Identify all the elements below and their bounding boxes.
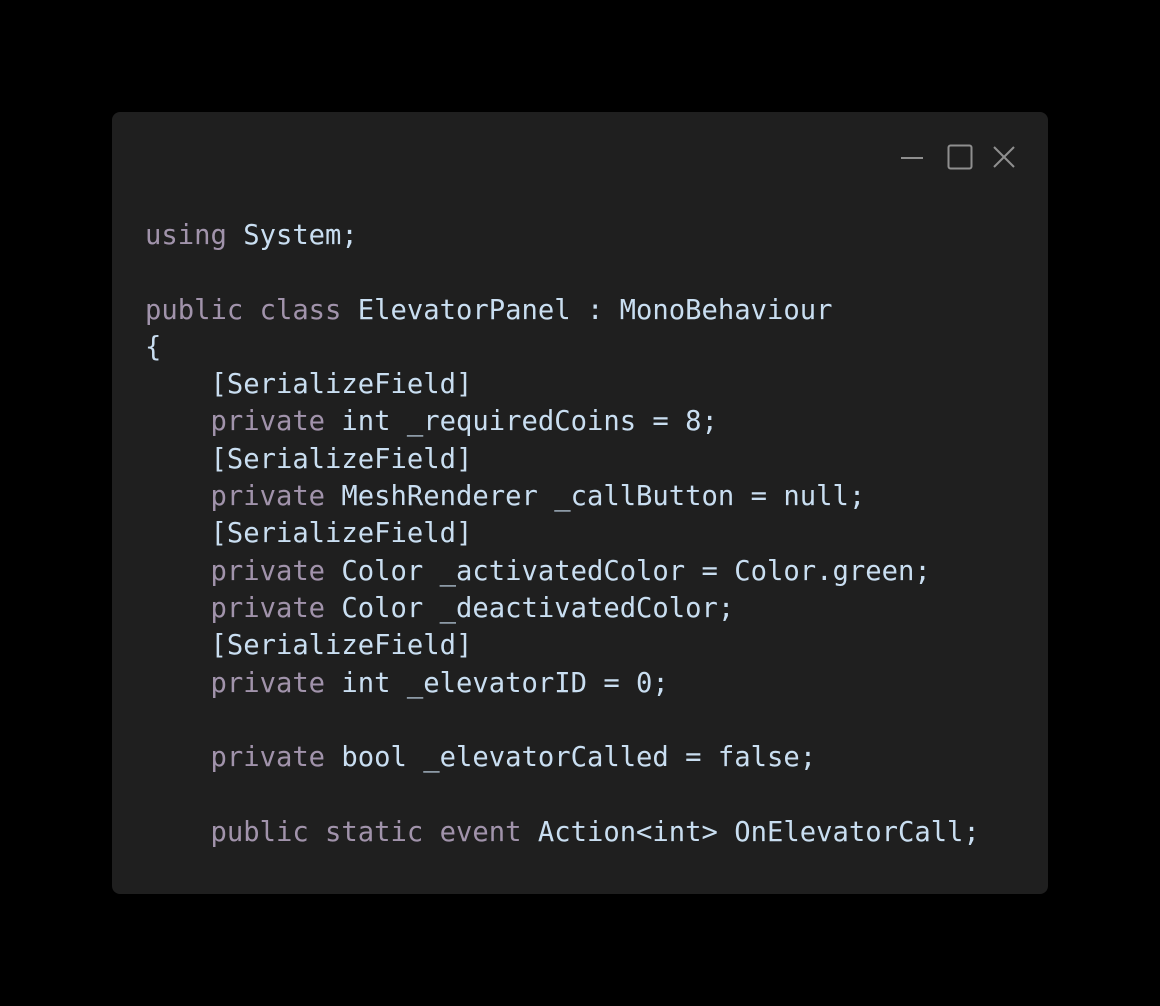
code-text: int _elevatorID = 0; [325,667,669,699]
code-text: Color _activatedColor = Color.green; [325,555,931,587]
code-line: using System; [145,217,980,254]
code-line: public static event Action<int> OnElevat… [145,814,980,851]
code-line: private Color _deactivatedColor; [145,590,980,627]
code-text: int _requiredCoins = 8; [325,406,718,438]
code-line: private MeshRenderer _callButton = null; [145,478,980,515]
close-icon[interactable] [992,145,1016,169]
code-text: [SerializeField] [145,630,473,662]
code-text: [SerializeField] [145,443,473,475]
code-line: [SerializeField] [145,441,980,478]
code-text: Action<int> OnElevatorCall; [521,816,980,848]
code-text: bool _elevatorCalled = false; [325,742,817,774]
code-keyword: private [145,406,326,438]
code-keyword: private [145,667,326,699]
code-line: private int _requiredCoins = 8; [145,403,980,440]
code-line: [SerializeField] [145,627,980,664]
code-text: ElevatorPanel : MonoBehaviour [341,294,833,326]
code-line: [SerializeField] [145,515,980,552]
code-line: private int _elevatorID = 0; [145,665,980,702]
code-text: System; [226,220,358,251]
code-keyword: private [145,481,326,513]
code-text: [SerializeField] [145,518,473,550]
code-keyword: private [145,742,326,774]
code-keyword: public static event [145,816,522,848]
code-line: private Color _activatedColor = Color.gr… [145,553,980,590]
minimize-icon[interactable] [900,146,924,170]
code-line: { [145,329,980,366]
code-line: private bool _elevatorCalled = false; [145,739,980,776]
maximize-icon[interactable] [947,144,973,170]
code-text: { [145,331,162,363]
code-block: using System; public class ElevatorPanel… [145,217,980,851]
code-text: [SerializeField] [145,369,473,401]
code-line: [SerializeField] [145,366,980,403]
code-line: public class ElevatorPanel : MonoBehavio… [145,292,980,329]
code-text: MeshRenderer _callButton = null; [325,481,866,513]
code-keyword: private [145,592,326,624]
code-keyword: private [145,555,326,587]
code-keyword: public class [145,294,342,326]
code-text: Color _deactivatedColor; [325,592,735,624]
code-keyword: using [145,220,227,251]
